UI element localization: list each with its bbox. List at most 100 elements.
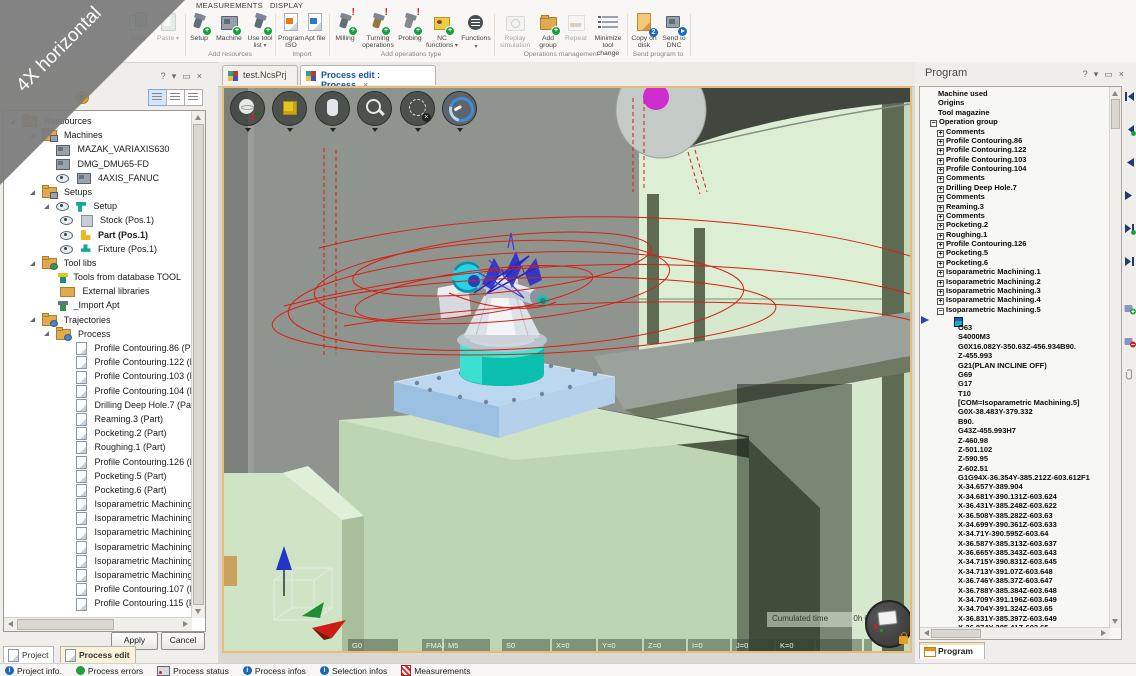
- repeat-button[interactable]: Repeat: [563, 12, 589, 56]
- expand-box-icon[interactable]: −: [937, 308, 944, 315]
- tree-item-operation[interactable]: Drilling Deep Hole.7 (Part): [76, 398, 205, 412]
- program-tree-item[interactable]: +Profile Contouring.104: [920, 164, 1121, 173]
- next-operation-button[interactable]: [1123, 222, 1136, 235]
- gcode-line[interactable]: X-36.587Y-385.313Z-603.637: [920, 539, 1121, 548]
- help-icon[interactable]: ?: [1083, 69, 1094, 79]
- program-tree-item[interactable]: +Roughing.1: [920, 230, 1121, 239]
- turning-operations-button[interactable]: Turning operations: [361, 12, 395, 56]
- rotate-view-button[interactable]: [442, 91, 477, 126]
- gcode-line[interactable]: X-36.431Y-385.248Z-603.622: [920, 501, 1121, 510]
- gcode-line[interactable]: Z-590.95: [920, 454, 1121, 463]
- program-tree-item[interactable]: +Isoparametric Machining.2: [920, 277, 1121, 286]
- expander-icon[interactable]: [10, 119, 15, 124]
- tab-project[interactable]: Project: [3, 646, 54, 664]
- tree-filter-icon[interactable]: [76, 91, 89, 104]
- expander-icon[interactable]: [30, 317, 35, 322]
- status-item[interactable]: Selection infos: [320, 665, 387, 676]
- view-mode-button-1[interactable]: [148, 89, 167, 106]
- send-to-dnc-button[interactable]: Send to DNC: [661, 12, 687, 56]
- program-tree-item[interactable]: Machine used: [920, 89, 1121, 98]
- replay-simulation-button[interactable]: Replay simulation: [497, 12, 533, 56]
- program-tree-item[interactable]: +Drilling Deep Hole.7: [920, 183, 1121, 192]
- gcode-line[interactable]: G0X16.082Y-350.63Z-456.934B90.: [920, 342, 1121, 351]
- program-horizontal-scrollbar[interactable]: [920, 627, 1110, 639]
- expander-icon[interactable]: [30, 133, 35, 138]
- chevron-down-icon[interactable]: ▾: [1094, 69, 1105, 79]
- eye-icon[interactable]: [56, 202, 69, 211]
- tree-item-operation[interactable]: Profile Contouring.122 (Part): [76, 355, 205, 369]
- minimize-tool-change-button[interactable]: Minimize tool change: [591, 12, 625, 56]
- tree-item-operation[interactable]: Profile Contouring.126 (Part): [76, 455, 205, 469]
- tree-item-operation[interactable]: Isoparametric Machining.3 (Pa: [76, 525, 205, 539]
- program-tree-item[interactable]: −Isoparametric Machining.5: [920, 305, 1121, 314]
- tree-horizontal-scrollbar[interactable]: [4, 617, 192, 631]
- program-tree-item[interactable]: +Pocketing.2: [920, 220, 1121, 229]
- program-tree-item[interactable]: +Comments: [920, 211, 1121, 220]
- expander-icon[interactable]: [44, 331, 49, 336]
- program-tree-item[interactable]: +Reaming.3: [920, 202, 1121, 211]
- tree-item-operation[interactable]: Isoparametric Machining.1 (Pa: [76, 497, 205, 511]
- eye-icon[interactable]: [60, 216, 73, 225]
- tree-item-tool-libs[interactable]: Tool libs: [30, 256, 205, 270]
- gcode-line[interactable]: X-34.713Y-391.07Z-603.648: [920, 567, 1121, 576]
- nc-functions-button[interactable]: NC functions: [425, 12, 459, 56]
- gcode-line[interactable]: T10: [920, 389, 1121, 398]
- scroll-up-icon[interactable]: [1112, 91, 1118, 96]
- status-item[interactable]: Measurements: [401, 665, 470, 676]
- gcode-line[interactable]: G1G94X-36.354Y-385.212Z-603.612F1: [920, 473, 1121, 482]
- tab-process-edit-process[interactable]: Process edit : Process×: [300, 65, 436, 85]
- tree-item-operation[interactable]: Reaming.3 (Part): [76, 412, 205, 426]
- tree-item-tool-lib[interactable]: External libraries: [60, 284, 205, 298]
- gcode-line[interactable]: G21(PLAN INCLINE OFF): [920, 361, 1121, 370]
- program-tree-item[interactable]: +Profile Contouring.122: [920, 145, 1121, 154]
- view-orientation-button[interactable]: [230, 91, 265, 126]
- apt-file-button[interactable]: Apt file: [303, 12, 327, 56]
- scroll-thumb[interactable]: [193, 124, 204, 605]
- scroll-right-icon[interactable]: [1101, 630, 1106, 636]
- program-tree-item[interactable]: +Isoparametric Machining.3: [920, 286, 1121, 295]
- eye-icon[interactable]: [60, 245, 73, 254]
- milling-button[interactable]: Milling: [331, 12, 359, 56]
- program-tree-item[interactable]: +Comments: [920, 192, 1121, 201]
- gcode-line[interactable]: X-36.665Y-385.343Z-603.643: [920, 548, 1121, 557]
- scroll-thumb[interactable]: [17, 619, 114, 630]
- tab-program[interactable]: Program: [919, 642, 985, 659]
- tree-item-operation[interactable]: Isoparametric Machining.2 (Pa: [76, 511, 205, 525]
- gcode-line[interactable]: X-34.657Y-389.904: [920, 482, 1121, 491]
- cancel-button[interactable]: Cancel: [161, 632, 205, 650]
- view-mode-button-3[interactable]: [184, 89, 203, 106]
- tree-item-machines[interactable]: Machines: [30, 128, 205, 142]
- gcode-line[interactable]: B90.: [920, 417, 1121, 426]
- active-tool-row[interactable]: [920, 314, 1121, 323]
- paste-button[interactable]: Paste: [154, 12, 182, 56]
- gcode-line[interactable]: G43Z-455.993H7: [920, 426, 1121, 435]
- gcode-line[interactable]: X-34.709Y-391.196Z-603.649: [920, 595, 1121, 604]
- add-group-button[interactable]: Add group: [535, 12, 561, 56]
- tree-item-setup-child[interactable]: Stock (Pos.1): [60, 213, 205, 227]
- program-tree-item[interactable]: +Isoparametric Machining.4: [920, 295, 1121, 304]
- program-tree-item[interactable]: +Profile Contouring.126: [920, 239, 1121, 248]
- status-item[interactable]: Process errors: [76, 665, 143, 676]
- previous-operation-button[interactable]: [1123, 123, 1136, 136]
- help-icon[interactable]: ?: [161, 71, 172, 81]
- gcode-line[interactable]: S4000M3: [920, 332, 1121, 341]
- program-vertical-scrollbar[interactable]: [1109, 87, 1121, 628]
- program-tree-item[interactable]: +Profile Contouring.103: [920, 155, 1121, 164]
- skip-to-end-button[interactable]: [1123, 255, 1136, 268]
- tree-item-operation[interactable]: Profile Contouring.86 (Part): [76, 341, 205, 355]
- gcode-line[interactable]: Z-455.993: [920, 351, 1121, 360]
- gcode-line[interactable]: G0X-38.483Y-379.332: [920, 407, 1121, 416]
- gcode-line[interactable]: Z-460.98: [920, 436, 1121, 445]
- program-tree-item[interactable]: Tool magazine: [920, 108, 1121, 117]
- isometric-view-button[interactable]: [272, 91, 307, 126]
- remove-operation-button[interactable]: [1123, 335, 1136, 348]
- tab-process-edit[interactable]: Process edit: [60, 646, 136, 664]
- program-tree-item[interactable]: Origins: [920, 98, 1121, 107]
- gcode-line[interactable]: O63: [920, 323, 1121, 332]
- program-tree-item[interactable]: +Pocketing.5: [920, 248, 1121, 257]
- scroll-down-icon[interactable]: [1112, 619, 1118, 624]
- chevron-down-icon[interactable]: ▾: [172, 71, 183, 81]
- expander-icon[interactable]: [44, 204, 49, 209]
- setup-button[interactable]: Setup: [186, 12, 212, 56]
- stock-display-button[interactable]: [315, 91, 350, 126]
